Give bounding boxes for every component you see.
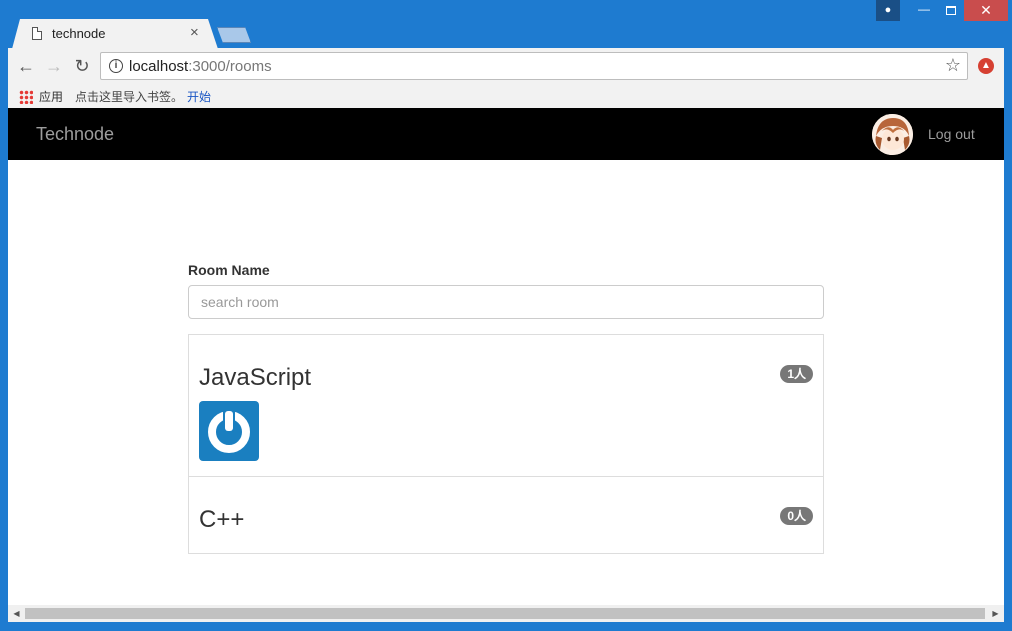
apps-icon[interactable] (19, 90, 33, 104)
back-button[interactable]: ← (16, 56, 36, 76)
bookmarks-bar: 应用 点击这里导入书签。 开始 (8, 86, 1004, 108)
room-list: JavaScript 1人 C++ 0人 (188, 334, 824, 554)
page-icon (32, 27, 42, 40)
url-host: localhost (129, 58, 189, 75)
window-close-button[interactable]: ✕ (964, 0, 1008, 21)
room-item-javascript[interactable]: JavaScript 1人 (189, 335, 823, 477)
apps-label[interactable]: 应用 (39, 88, 63, 105)
power-icon (199, 401, 259, 461)
minimize-button[interactable]: — (910, 0, 938, 21)
address-bar[interactable]: i localhost:3000/rooms ☆ (100, 52, 968, 80)
room-name[interactable]: JavaScript (199, 363, 813, 393)
user-count-badge: 1人 (780, 365, 813, 383)
page-viewport: Technode Log out Room Name JavaScript 1人 (8, 108, 1004, 605)
new-tab-button[interactable] (217, 27, 251, 43)
search-input[interactable] (188, 285, 824, 319)
window-frame-bottom (0, 622, 1012, 631)
room-name-label: Room Name (188, 262, 270, 278)
bookmarks-start-link[interactable]: 开始 (187, 88, 211, 105)
maximize-button[interactable] (938, 0, 964, 21)
tab-title: technode (52, 26, 106, 41)
horizontal-scrollbar[interactable]: ◀ ▶ (8, 605, 1004, 622)
navbar: Technode Log out (8, 108, 1004, 160)
url-path: :3000/rooms (188, 58, 272, 75)
url-text[interactable]: localhost:3000/rooms (129, 58, 272, 75)
bookmarks-hint: 点击这里导入书签。 (75, 90, 184, 104)
tab-close-button[interactable]: × (190, 24, 199, 42)
browser-toolbar: ← → ↻ i localhost:3000/rooms ☆ ▲ (8, 48, 1004, 86)
info-icon[interactable]: i (109, 59, 123, 73)
room-name[interactable]: C++ (199, 505, 813, 535)
user-count-badge: 0人 (780, 507, 813, 525)
browser-tab[interactable]: technode × (12, 19, 218, 49)
scroll-left-icon[interactable]: ◀ (8, 605, 25, 622)
user-icon[interactable]: ● (876, 0, 900, 21)
room-item-cpp[interactable]: C++ 0人 (189, 477, 823, 553)
window-titlebar: technode × ● — ✕ (0, 0, 1012, 49)
scrollbar-thumb[interactable] (25, 608, 985, 619)
brand-link[interactable]: Technode (36, 124, 114, 145)
logout-link[interactable]: Log out (928, 126, 975, 142)
avatar[interactable] (872, 114, 913, 155)
forward-button[interactable]: → (44, 56, 64, 76)
scroll-right-icon[interactable]: ▶ (987, 605, 1004, 622)
extension-icon[interactable]: ▲ (978, 58, 994, 74)
reload-button[interactable]: ↻ (72, 56, 92, 76)
star-icon[interactable]: ☆ (945, 55, 961, 76)
